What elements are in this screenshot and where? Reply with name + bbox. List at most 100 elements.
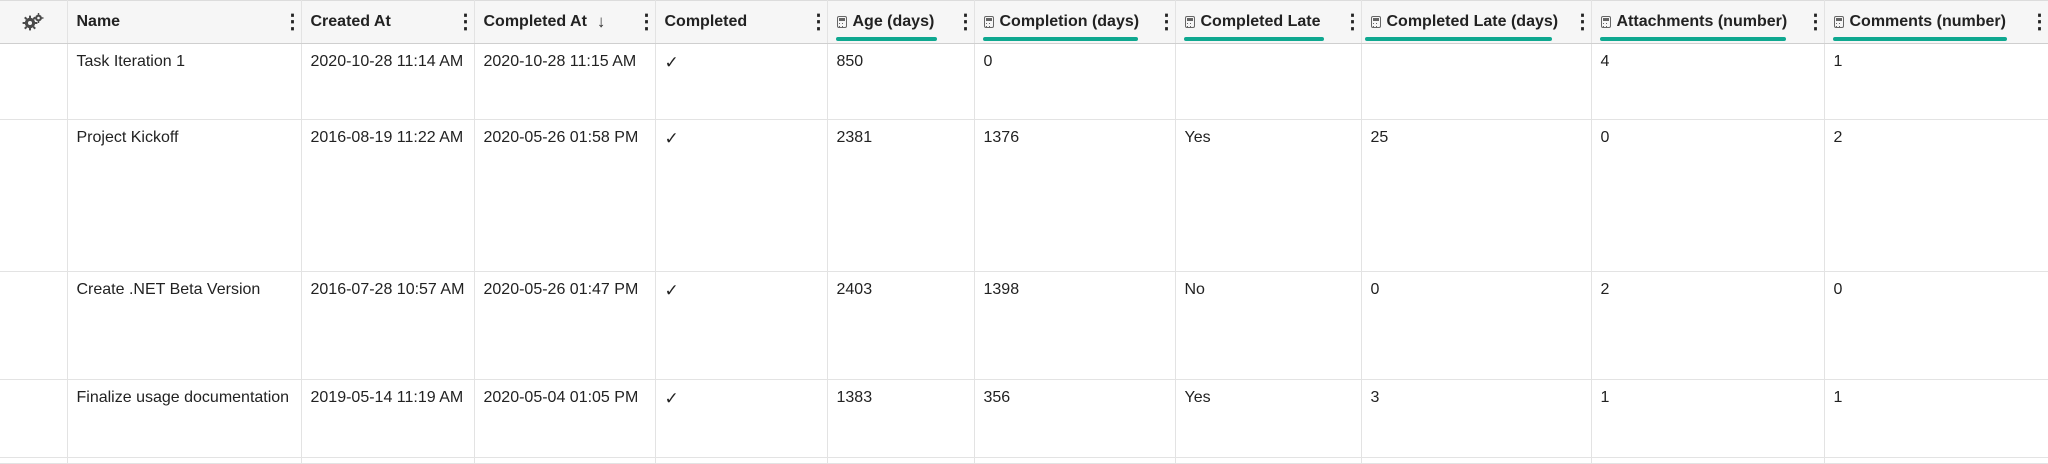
calculator-icon (1600, 16, 1611, 28)
completion-days-cell[interactable]: 356 (974, 379, 1176, 458)
task-grid: Name ⋮ Created At ⋮ Completed At ↓ ⋮ Com… (0, 0, 2048, 464)
completed-late-cell[interactable]: Yes (1175, 379, 1362, 458)
column-header-settings[interactable] (0, 0, 68, 44)
column-menu-icon[interactable]: ⋮ (283, 12, 301, 32)
column-header-label: Name (76, 13, 121, 30)
column-menu-icon[interactable]: ⋮ (1343, 12, 1361, 32)
column-header-comments-number[interactable]: Comments (number) ⋮ (1824, 0, 2048, 44)
completed-at-cell[interactable]: 2020-05-26 01:58 PM (474, 119, 656, 272)
column-header-label: Attachments (number) (1616, 13, 1788, 30)
column-header-label: Completed Late (days) (1386, 13, 1559, 30)
task-table: Name ⋮ Created At ⋮ Completed At ↓ ⋮ Com… (0, 0, 2048, 464)
row-selector-cell[interactable] (0, 379, 68, 458)
column-header-label: Age (days) (852, 13, 935, 30)
completion-days-cell[interactable]: 0 (974, 43, 1176, 120)
attachments-number-cell[interactable]: 2 (1591, 271, 1825, 380)
highlight-underline (835, 37, 937, 41)
highlight-underline (1183, 37, 1324, 41)
highlight-underline (1832, 37, 2007, 41)
table-row[interactable]: Create .NET Beta Version 2016-07-28 10:5… (0, 271, 2048, 380)
completed-late-days-cell[interactable]: 25 (1361, 119, 1592, 272)
column-header-completed-at[interactable]: Completed At ↓ ⋮ (474, 0, 656, 44)
column-header-label: Comments (number) (1849, 13, 2006, 30)
name-cell[interactable]: Create .NET Beta Version (67, 271, 302, 380)
column-menu-icon[interactable]: ⋮ (1157, 12, 1175, 32)
comments-number-cell[interactable]: 2 (1824, 119, 2048, 272)
completed-late-cell[interactable] (1175, 43, 1362, 120)
age-days-cell[interactable]: 850 (827, 43, 975, 120)
attachments-number-cell[interactable]: 4 (1591, 43, 1825, 120)
age-days-cell[interactable]: 2403 (827, 271, 975, 380)
completed-at-cell[interactable]: 2020-05-04 01:05 PM (474, 379, 656, 458)
created-at-cell[interactable]: 2016-08-19 11:22 AM (301, 119, 475, 272)
column-header-label: Created At (310, 13, 391, 30)
table-row[interactable]: Task Iteration 1 2020-10-28 11:14 AM 202… (0, 43, 2048, 120)
table-row[interactable]: Finalize usage documentation 2019-05-14 … (0, 379, 2048, 458)
column-header-label: Completed At (483, 13, 587, 30)
completion-days-cell[interactable]: 1398 (974, 271, 1176, 380)
sort-descending-icon[interactable]: ↓ (597, 12, 606, 32)
check-icon: ✓ (664, 389, 679, 408)
highlight-underline (1364, 37, 1552, 41)
gear-icon[interactable] (0, 2, 66, 43)
column-header-completion-days[interactable]: Completion (days) ⋮ (974, 0, 1176, 44)
completed-late-cell[interactable]: Yes (1175, 119, 1362, 272)
highlight-underline (982, 37, 1138, 41)
column-header-completed-late-days[interactable]: Completed Late (days) ⋮ (1361, 0, 1592, 44)
completed-late-days-cell[interactable]: 3 (1361, 379, 1592, 458)
column-header-completed-late[interactable]: Completed Late ⋮ (1175, 0, 1362, 44)
check-icon: ✓ (664, 53, 679, 72)
highlight-underline (1599, 37, 1786, 41)
completed-cell[interactable]: ✓ (655, 43, 828, 120)
column-header-completed[interactable]: Completed ⋮ (655, 0, 828, 44)
comments-number-cell[interactable]: 1 (1824, 43, 2048, 120)
calculator-icon (983, 16, 994, 28)
completed-at-cell[interactable]: 2020-05-26 01:47 PM (474, 271, 656, 380)
calculator-icon (1370, 16, 1381, 28)
name-cell[interactable]: Task Iteration 1 (67, 43, 302, 120)
calculator-icon (836, 16, 847, 28)
column-header-name[interactable]: Name ⋮ (67, 0, 302, 44)
calculator-icon (1833, 16, 1844, 28)
column-header-attachments-number[interactable]: Attachments (number) ⋮ (1591, 0, 1825, 44)
age-days-cell[interactable]: 2381 (827, 119, 975, 272)
check-icon: ✓ (664, 129, 679, 148)
name-cell[interactable]: Project Kickoff (67, 119, 302, 272)
column-menu-icon[interactable]: ⋮ (1573, 12, 1591, 32)
attachments-number-cell[interactable]: 0 (1591, 119, 1825, 272)
column-menu-icon[interactable]: ⋮ (1806, 12, 1824, 32)
column-menu-icon[interactable]: ⋮ (456, 12, 474, 32)
comments-number-cell[interactable]: 0 (1824, 271, 2048, 380)
column-menu-icon[interactable]: ⋮ (809, 12, 827, 32)
column-menu-icon[interactable]: ⋮ (2030, 12, 2048, 32)
header-row: Name ⋮ Created At ⋮ Completed At ↓ ⋮ Com… (0, 0, 2048, 44)
completed-late-days-cell[interactable] (1361, 43, 1592, 120)
row-selector-cell[interactable] (0, 43, 68, 120)
name-cell[interactable]: Finalize usage documentation (67, 379, 302, 458)
completed-cell[interactable]: ✓ (655, 119, 828, 272)
completed-late-days-cell[interactable]: 0 (1361, 271, 1592, 380)
row-selector-cell[interactable] (0, 119, 68, 272)
attachments-number-cell[interactable]: 1 (1591, 379, 1825, 458)
row-selector-cell[interactable] (0, 271, 68, 380)
created-at-cell[interactable]: 2020-10-28 11:14 AM (301, 43, 475, 120)
comments-number-cell[interactable]: 1 (1824, 379, 2048, 458)
check-icon: ✓ (664, 281, 679, 300)
age-days-cell[interactable]: 1383 (827, 379, 975, 458)
completed-cell[interactable]: ✓ (655, 271, 828, 380)
column-header-created-at[interactable]: Created At ⋮ (301, 0, 475, 44)
calculator-icon (1184, 16, 1195, 28)
completion-days-cell[interactable]: 1376 (974, 119, 1176, 272)
column-menu-icon[interactable]: ⋮ (956, 12, 974, 32)
column-header-label: Completion (days) (999, 13, 1140, 30)
table-row[interactable]: Project Kickoff 2016-08-19 11:22 AM 2020… (0, 119, 2048, 272)
created-at-cell[interactable]: 2019-05-14 11:19 AM (301, 379, 475, 458)
completed-at-cell[interactable]: 2020-10-28 11:15 AM (474, 43, 656, 120)
completed-cell[interactable]: ✓ (655, 379, 828, 458)
column-header-label: Completed (664, 13, 748, 30)
column-header-label: Completed Late (1200, 13, 1321, 30)
created-at-cell[interactable]: 2016-07-28 10:57 AM (301, 271, 475, 380)
column-header-age-days[interactable]: Age (days) ⋮ (827, 0, 975, 44)
completed-late-cell[interactable]: No (1175, 271, 1362, 380)
column-menu-icon[interactable]: ⋮ (637, 12, 655, 32)
